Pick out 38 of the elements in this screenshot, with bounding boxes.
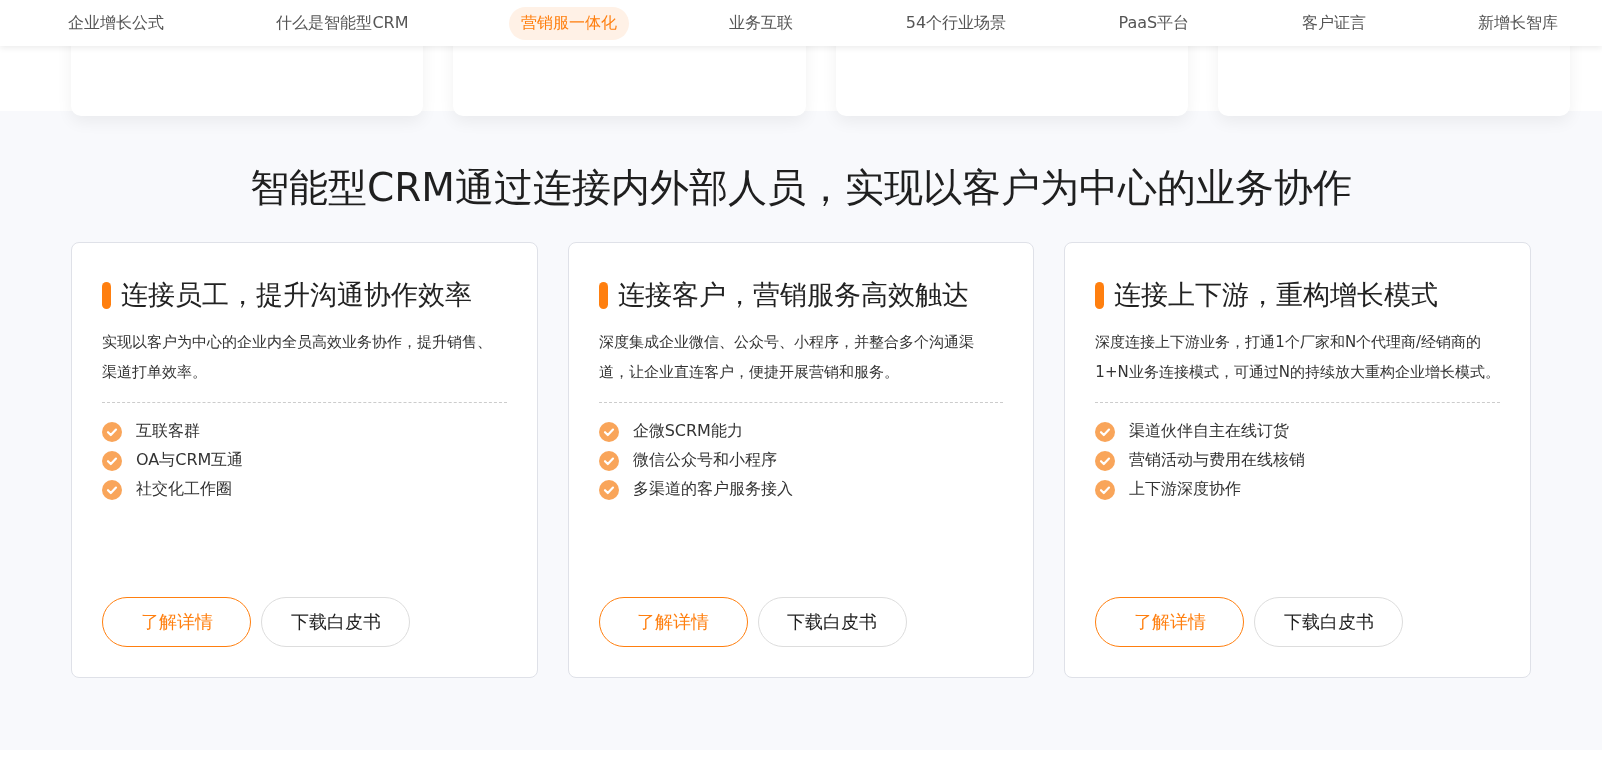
nav-tab[interactable]: 业务互联: [717, 6, 806, 40]
feature-text: 渠道伙伴自主在线订货: [1129, 421, 1290, 442]
accent-bar: [598, 281, 608, 309]
check-circle-icon: [598, 450, 619, 471]
feature-text: 上下游深度协作: [1129, 479, 1242, 500]
accent-bar: [102, 281, 111, 309]
check-circle-icon: [598, 421, 619, 442]
feature-text: 微信公众号和小程序: [632, 450, 777, 471]
feature-text: 社交化工作圈: [136, 479, 232, 500]
nav-tab[interactable]: 企业增长公式: [56, 6, 176, 40]
card-title: 连接员工，提升沟通协作效率: [121, 278, 472, 312]
check-circle-icon: [1095, 479, 1116, 500]
card-title: 连接上下游，重构增长模式: [1114, 278, 1439, 312]
download-button[interactable]: 下载白皮书: [757, 597, 907, 647]
nav-tab[interactable]: 新增长智库: [1466, 6, 1570, 40]
card-description: 实现以客户为中心的企业内全员高效业务协作，提升销售、渠道打单效率。: [102, 332, 493, 383]
check-circle-icon: [1095, 450, 1116, 471]
feature-text: 互联客群: [136, 421, 200, 442]
check-circle-icon: [102, 421, 122, 442]
download-button[interactable]: 下载白皮书: [1254, 597, 1404, 647]
check-circle-icon: [598, 479, 619, 500]
accent-bar: [1095, 281, 1105, 309]
check-circle-icon: [102, 479, 122, 500]
card-description: 深度连接上下游业务，打通1个厂家和N个代理商/经销商的1+N业务连接模式，可通过N的持续放大重构企业增长模式。: [1095, 332, 1500, 383]
download-button[interactable]: 下载白皮书: [261, 597, 410, 647]
feature-text: 企微SCRM能力: [632, 421, 743, 442]
nav-tab[interactable]: 什么是智能型CRM: [264, 6, 421, 40]
check-circle-icon: [1095, 421, 1116, 442]
check-circle-icon: [102, 450, 122, 471]
card-title: 连接客户，营销服务高效触达: [617, 278, 969, 312]
section-title: 智能型CRM通过连接内外部人员，实现以客户为中心的业务协作: [249, 164, 1353, 212]
feature-text: OA与CRM互通: [136, 450, 244, 471]
nav-tab[interactable]: 客户证言: [1289, 6, 1378, 40]
nav-tab[interactable]: 54个行业场景: [893, 6, 1019, 40]
feature-text: 营销活动与费用在线核销: [1129, 450, 1306, 471]
card-description: 深度集成企业微信、公众号、小程序，并整合多个沟通渠道，让企业直连客户，便捷开展营销和服务。: [598, 332, 975, 383]
feature-text: 多渠道的客户服务接入: [632, 479, 793, 500]
nav-tab[interactable]: PaaS平台: [1106, 6, 1202, 40]
